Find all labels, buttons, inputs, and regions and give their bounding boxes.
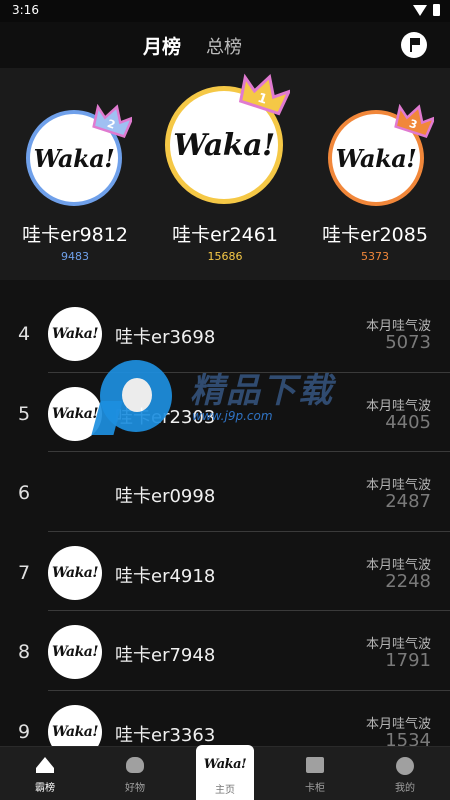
nav-item-cabinet[interactable]: 卡柜 — [270, 747, 360, 800]
user-icon — [396, 757, 414, 775]
nav-label: 霸榜 — [35, 783, 55, 794]
rank-number: 4 — [18, 323, 31, 345]
podium-score-rank-1: 15686 — [207, 250, 243, 263]
podium-score-rank-3: 5373 — [361, 250, 389, 263]
user-name: 哇卡er0998 — [115, 486, 216, 507]
header: 月榜 总榜 — [0, 22, 450, 68]
user-name: 哇卡er3363 — [115, 724, 216, 746]
rank-number: 9 — [18, 720, 31, 743]
crown-icon-rank-2: 2 — [92, 104, 132, 138]
user-name: 哇卡er4918 — [115, 565, 216, 587]
podium-name-rank-1: 哇卡er2461 — [172, 224, 278, 246]
crown-icon-rank-3: 3 — [394, 104, 434, 138]
user-name: 哇卡er7948 — [115, 645, 216, 666]
tab-total[interactable]: 总榜 — [206, 33, 242, 59]
metric-value: 2248 — [385, 570, 431, 592]
nav-item-rank[interactable]: 霸榜 — [0, 747, 90, 800]
status-icons — [413, 4, 440, 16]
waka-logo: Waka! — [33, 143, 115, 173]
rank-number: 6 — [18, 482, 31, 504]
tab-monthly[interactable]: 月榜 — [143, 32, 181, 59]
rank-number: 5 — [18, 402, 31, 425]
nav-item-mine[interactable]: 我的 — [360, 747, 450, 800]
nav-label: 卡柜 — [305, 783, 325, 794]
battery-icon — [433, 4, 440, 16]
avatar[interactable]: Waka! — [48, 386, 102, 441]
ranking-list: 4 Waka! 哇卡er3698 本月哇气波 5073 5 Waka! 哇卡er… — [0, 293, 450, 770]
nav-label: 好物 — [125, 783, 145, 794]
metric-value: 5073 — [385, 332, 431, 353]
waka-logo: Waka! — [52, 326, 99, 342]
podium-name-rank-3: 哇卡er2085 — [322, 224, 428, 246]
bottom-nav: 霸榜 好物 Waka! 主页 卡柜 我的 — [0, 745, 450, 800]
avatar[interactable]: Waka! — [48, 545, 102, 600]
mask-icon — [126, 757, 144, 773]
podium: Waka! 2 Waka! 1 Waka! 3 哇卡er9812 9483 哇卡… — [0, 68, 450, 280]
flag-button[interactable] — [401, 32, 427, 58]
nav-label: 我的 — [395, 783, 415, 794]
metric-value: 4405 — [385, 411, 431, 433]
waka-logo: Waka! — [52, 564, 99, 581]
avatar[interactable]: Waka! — [48, 625, 102, 679]
user-name: 哇卡er3698 — [115, 327, 216, 348]
waka-logo: Waka! — [335, 143, 417, 173]
list-item[interactable]: 8 Waka! 哇卡er7948 本月哇气波 1791 — [0, 611, 450, 691]
status-time: 3:16 — [12, 3, 39, 17]
list-item[interactable]: 5 Waka! 哇卡er2303 本月哇气波 4405 — [0, 373, 450, 452]
nav-item-home[interactable]: Waka! 主页 — [196, 745, 254, 800]
list-item[interactable]: 6 哇卡er0998 本月哇气波 2487 — [0, 452, 450, 532]
crown-icon-rank-1: 1 — [238, 73, 290, 116]
podium-name-rank-2: 哇卡er9812 — [22, 224, 128, 246]
rank-number: 7 — [18, 561, 31, 584]
waka-logo: Waka! — [52, 644, 99, 660]
user-name: 哇卡er2303 — [115, 406, 216, 428]
leaderboard-screen: 3:16 月榜 总榜 Waka! 2 Waka! 1 Waka! 3 哇卡er9… — [0, 0, 450, 800]
status-bar: 3:16 — [0, 0, 450, 22]
nav-item-goods[interactable]: 好物 — [90, 747, 180, 800]
waka-logo: Waka! — [173, 127, 275, 163]
list-item[interactable]: 7 Waka! 哇卡er4918 本月哇气波 2248 — [0, 532, 450, 611]
waka-logo: Waka! — [52, 405, 99, 422]
list-item[interactable]: 4 Waka! 哇卡er3698 本月哇气波 5073 — [0, 293, 450, 373]
metric-value: 1791 — [385, 650, 431, 671]
store-icon — [306, 757, 324, 773]
metric-value: 2487 — [385, 491, 431, 512]
nav-label: 主页 — [215, 785, 235, 796]
wifi-icon — [413, 4, 427, 16]
avatar[interactable]: Waka! — [48, 307, 102, 361]
rank-number: 8 — [18, 641, 31, 663]
waka-logo: Waka! — [52, 723, 99, 740]
waka-logo: Waka! — [203, 757, 247, 772]
crown-icon — [36, 757, 54, 773]
podium-score-rank-2: 9483 — [61, 250, 89, 263]
